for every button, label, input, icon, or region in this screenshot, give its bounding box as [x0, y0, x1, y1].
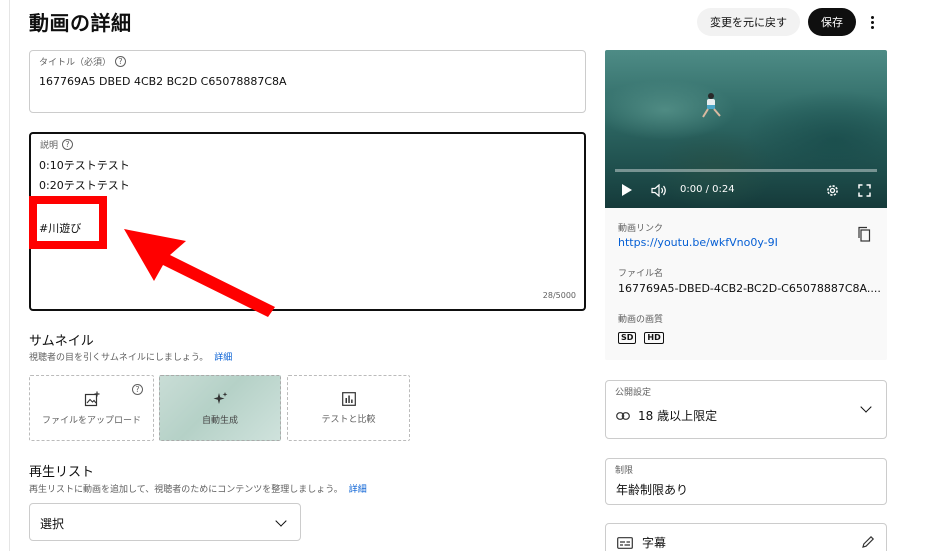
play-icon[interactable]: [622, 184, 632, 196]
chart-icon: [341, 391, 356, 406]
thumbnail-section-title: サムネイル: [29, 334, 94, 349]
image-add-icon: [84, 391, 99, 406]
chevron-down-icon: [275, 515, 287, 527]
restriction-field[interactable]: 制限 年齢制限あり: [605, 458, 887, 505]
playlist-select[interactable]: 選択: [29, 503, 301, 541]
video-quality-label: 動画の画質: [618, 315, 664, 325]
sd-badge-icon: SD: [618, 332, 637, 344]
quality-badges: SD HD: [618, 332, 664, 344]
thumbnail-upload-button[interactable]: ? ファイルをアップロード: [29, 375, 154, 441]
chevron-down-icon: [860, 401, 872, 413]
visibility-value: 18 歳以上限定: [638, 409, 718, 423]
filename-label: ファイル名: [618, 269, 664, 279]
captions-icon: [617, 537, 633, 549]
restriction-value: 年齢制限あり: [616, 483, 689, 497]
volume-icon[interactable]: [651, 184, 667, 197]
video-frame-figure: [702, 93, 721, 118]
filename-value: 167769A5-DBED-4CB2-BC2D-C65078887C8A....: [618, 282, 881, 295]
thumbnail-learn-more-link[interactable]: 詳細: [214, 353, 232, 363]
restriction-label: 制限: [615, 466, 634, 476]
copy-icon[interactable]: [857, 226, 871, 242]
link-icon: [616, 411, 630, 420]
video-player[interactable]: 0:00 / 0:24: [605, 50, 887, 208]
visibility-select[interactable]: 公開設定 18 歳以上限定: [605, 380, 887, 439]
help-icon[interactable]: ?: [132, 384, 143, 395]
description-line: 0:10テストテスト: [39, 159, 130, 172]
captions-field[interactable]: 字幕: [605, 523, 887, 551]
captions-label: 字幕: [642, 536, 667, 550]
undo-changes-button[interactable]: 変更を元に戻す: [697, 8, 800, 36]
gear-icon[interactable]: [825, 183, 840, 198]
title-input-value[interactable]: 167769A5 DBED 4CB2 BC2D C65078887C8A: [39, 75, 287, 88]
more-options-icon[interactable]: [866, 12, 878, 32]
thumbnail-auto-generate-button[interactable]: 自動生成: [159, 375, 281, 441]
thumbnail-auto-label: 自動生成: [201, 415, 238, 426]
thumbnail-upload-label: ファイルをアップロード: [41, 415, 141, 426]
title-field-label: タイトル（必須）: [39, 58, 112, 68]
playlist-select-value: 選択: [40, 517, 65, 531]
help-icon[interactable]: ?: [115, 56, 127, 67]
pencil-icon[interactable]: [861, 535, 875, 549]
thumbnail-section-desc: 視聴者の目を引くサムネイルにしましょう。 詳細: [29, 353, 233, 363]
playlist-learn-more-link[interactable]: 詳細: [349, 485, 367, 495]
help-icon[interactable]: ?: [62, 139, 74, 150]
video-info-card: 0:00 / 0:24 動画リンク https://youtu.be/wkfVn…: [605, 50, 887, 360]
thumbnail-test-compare-button[interactable]: テストと比較: [287, 375, 410, 441]
visibility-label: 公開設定: [615, 388, 652, 398]
annotation-arrow-icon: [124, 229, 275, 317]
save-button[interactable]: 保存: [808, 8, 856, 36]
video-progress-bar[interactable]: [615, 169, 877, 172]
playlist-section-desc: 再生リストに動画を追加して、視聴者のためにコンテンツを整理しましょう。 詳細: [29, 485, 367, 495]
annotation-highlight-box: [29, 196, 107, 249]
video-link-label: 動画リンク: [618, 224, 664, 234]
left-divider: [9, 0, 10, 551]
thumbnail-test-label: テストと比較: [321, 414, 376, 425]
fullscreen-icon[interactable]: [858, 184, 871, 197]
title-field[interactable]: タイトル（必須） ? 167769A5 DBED 4CB2 BC2D C6507…: [29, 50, 586, 113]
playlist-section-title: 再生リスト: [29, 465, 95, 480]
description-field-label: 説明: [40, 141, 59, 151]
page-title: 動画の詳細: [29, 11, 132, 35]
video-time: 0:00 / 0:24: [680, 184, 735, 195]
video-link[interactable]: https://youtu.be/wkfVno0y-9I: [618, 236, 778, 249]
hd-badge-icon: HD: [644, 332, 664, 344]
description-line: 0:20テストテスト: [39, 179, 130, 192]
character-count: 28/5000: [542, 291, 576, 300]
sparkle-icon: [213, 391, 228, 404]
